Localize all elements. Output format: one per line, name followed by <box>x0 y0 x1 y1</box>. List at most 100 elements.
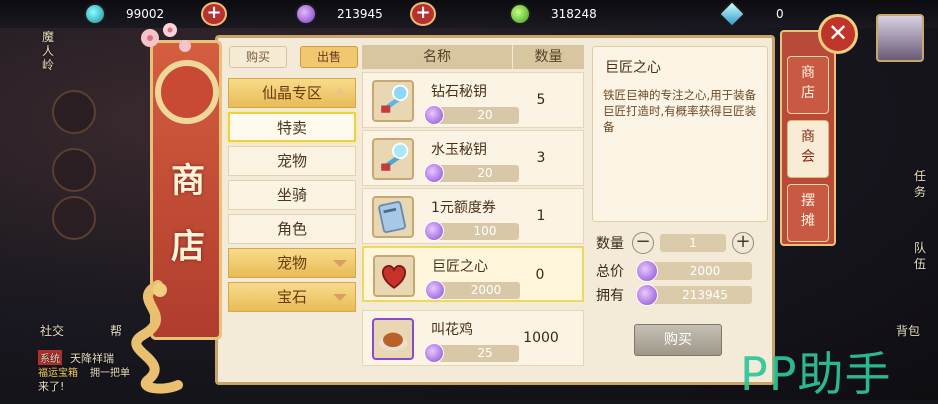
tab-buy[interactable]: 购买 <box>229 46 287 68</box>
bag-label[interactable]: 背包 <box>896 322 920 339</box>
quantity-field[interactable]: 1 <box>660 234 726 252</box>
item-price-bar: 2000 <box>425 280 520 300</box>
item-quantity: 5 <box>536 92 546 108</box>
item-quantity: 1000 <box>523 330 559 346</box>
purple-coin-icon <box>636 260 658 282</box>
diamond-icon <box>717 0 747 29</box>
item-price: 100 <box>473 224 497 238</box>
currency-purple: 213945 <box>295 3 383 25</box>
golden-dragon-icon <box>131 280 183 394</box>
side-tab-shop[interactable]: 商店 <box>787 56 829 114</box>
item-name: 叫花鸡 <box>431 322 473 338</box>
increase-quantity-button[interactable]: + <box>732 232 754 254</box>
voucher-scroll-icon <box>372 196 414 238</box>
category-label: 坐骑 <box>276 186 307 204</box>
purple-coin-icon <box>425 280 445 300</box>
map-name-label: 魔人岭 <box>42 30 55 72</box>
system-tag: 系统 <box>38 350 62 365</box>
hud-slot-icon <box>52 90 96 134</box>
diamond-value: 0 <box>776 7 784 21</box>
total-price-label: 总价 <box>596 264 624 280</box>
category-label: 宠物 <box>276 152 307 170</box>
add-teal-coin-button[interactable]: + <box>201 2 227 26</box>
category-character[interactable]: 角色 <box>228 214 356 244</box>
item-price: 25 <box>477 346 493 360</box>
category-special-sale[interactable]: 特卖 <box>228 112 356 142</box>
shop-item-row[interactable]: 钻石秘钥 20 5 <box>362 72 584 128</box>
owned-value: 213945 <box>682 288 728 302</box>
shop-item-row[interactable]: 1元额度券 100 1 <box>362 188 584 244</box>
teal-coin-icon <box>84 3 106 25</box>
total-price-bar: 2000 <box>636 260 752 282</box>
item-name: 巨匠之心 <box>432 259 488 275</box>
category-label: 特卖 <box>276 119 307 137</box>
column-qty-header: 数量 <box>512 45 584 69</box>
team-label[interactable]: 队伍 <box>914 240 928 272</box>
item-price-bar: 20 <box>424 105 519 125</box>
item-detail-box: 巨匠之心 铁匠巨神的专注之心,用于装备巨匠打造时,有概率获得巨匠装备 <box>592 46 768 222</box>
shop-item-row-selected[interactable]: 巨匠之心 2000 0 <box>362 246 584 302</box>
side-tab-label: 商会 <box>801 129 815 165</box>
currency-diamond: 0 <box>717 0 784 29</box>
item-name: 1元额度券 <box>431 200 496 216</box>
side-tab-stall[interactable]: 摆摊 <box>787 184 829 242</box>
item-list-header: 名称 数量 <box>362 45 584 69</box>
category-label: 角色 <box>276 220 307 238</box>
add-purple-coin-button[interactable]: + <box>410 2 436 26</box>
purple-coin-icon <box>424 163 444 183</box>
moon-emblem-icon <box>155 60 219 124</box>
category-crystal-zone[interactable]: 仙晶专区 <box>228 78 356 108</box>
tab-sell[interactable]: 出售 <box>300 46 358 68</box>
buy-button[interactable]: 购买 <box>634 324 722 356</box>
detail-description: 铁匠巨神的专注之心,用于装备巨匠打造时,有概率获得巨匠装备 <box>603 88 757 134</box>
hud-slot-icon <box>52 196 96 240</box>
purple-coin-value: 213945 <box>337 7 383 21</box>
item-price-bar: 100 <box>424 221 519 241</box>
category-pet-group[interactable]: 宠物 <box>228 248 356 278</box>
watermark: PP助手 <box>740 347 892 401</box>
purple-coin-icon <box>424 343 444 363</box>
roast-chicken-icon <box>372 318 414 360</box>
item-quantity: 3 <box>536 150 546 166</box>
category-label: 宝石 <box>276 288 307 306</box>
social-label: 社交 <box>40 324 65 338</box>
shop-item-row[interactable]: 叫花鸡 25 1000 <box>362 310 584 366</box>
purple-coin-icon <box>424 105 444 125</box>
chat-line-2: 福运宝箱 <box>38 368 78 379</box>
item-price: 20 <box>477 166 493 180</box>
purple-coin-icon <box>636 284 658 306</box>
side-tab-guild-market[interactable]: 商会 <box>787 120 829 178</box>
detail-title: 巨匠之心 <box>605 60 661 76</box>
item-name: 水玉秘钥 <box>431 142 487 158</box>
category-label: 仙晶专区 <box>261 84 322 102</box>
diamond-key-icon <box>372 80 414 122</box>
category-list: 仙晶专区 特卖 宠物 坐骑 角色 宠物 宝石 <box>228 78 356 316</box>
green-coin-value: 318248 <box>551 7 597 21</box>
total-price-value: 2000 <box>689 264 721 278</box>
side-tab-label: 摆摊 <box>801 193 815 229</box>
quest-label[interactable]: 任务 <box>914 168 928 200</box>
avatar[interactable] <box>876 14 924 62</box>
chevron-up-icon <box>333 88 347 95</box>
decrease-quantity-button[interactable]: − <box>632 232 654 254</box>
side-tab-label: 商店 <box>801 65 815 101</box>
category-label: 宠物 <box>276 254 307 272</box>
banner-title: 商店 <box>171 161 205 267</box>
item-price-bar: 25 <box>424 343 519 363</box>
chevron-down-icon <box>333 294 347 301</box>
item-price-bar: 20 <box>424 163 519 183</box>
shop-item-row[interactable]: 水玉秘钥 20 3 <box>362 130 584 186</box>
category-gem-group[interactable]: 宝石 <box>228 282 356 312</box>
close-button[interactable]: ✕ <box>818 14 858 54</box>
category-mount[interactable]: 坐骑 <box>228 180 356 210</box>
column-name-header: 名称 <box>423 49 451 65</box>
category-pet[interactable]: 宠物 <box>228 146 356 176</box>
item-quantity: 1 <box>536 208 546 224</box>
currency-green: 318248 <box>509 3 597 25</box>
quantity-label: 数量 <box>596 236 624 252</box>
hud-slot-icon <box>52 148 96 192</box>
owned-bar: 213945 <box>636 284 752 306</box>
jade-key-icon <box>372 138 414 180</box>
chevron-down-icon <box>333 260 347 267</box>
owned-label: 拥有 <box>596 288 624 304</box>
